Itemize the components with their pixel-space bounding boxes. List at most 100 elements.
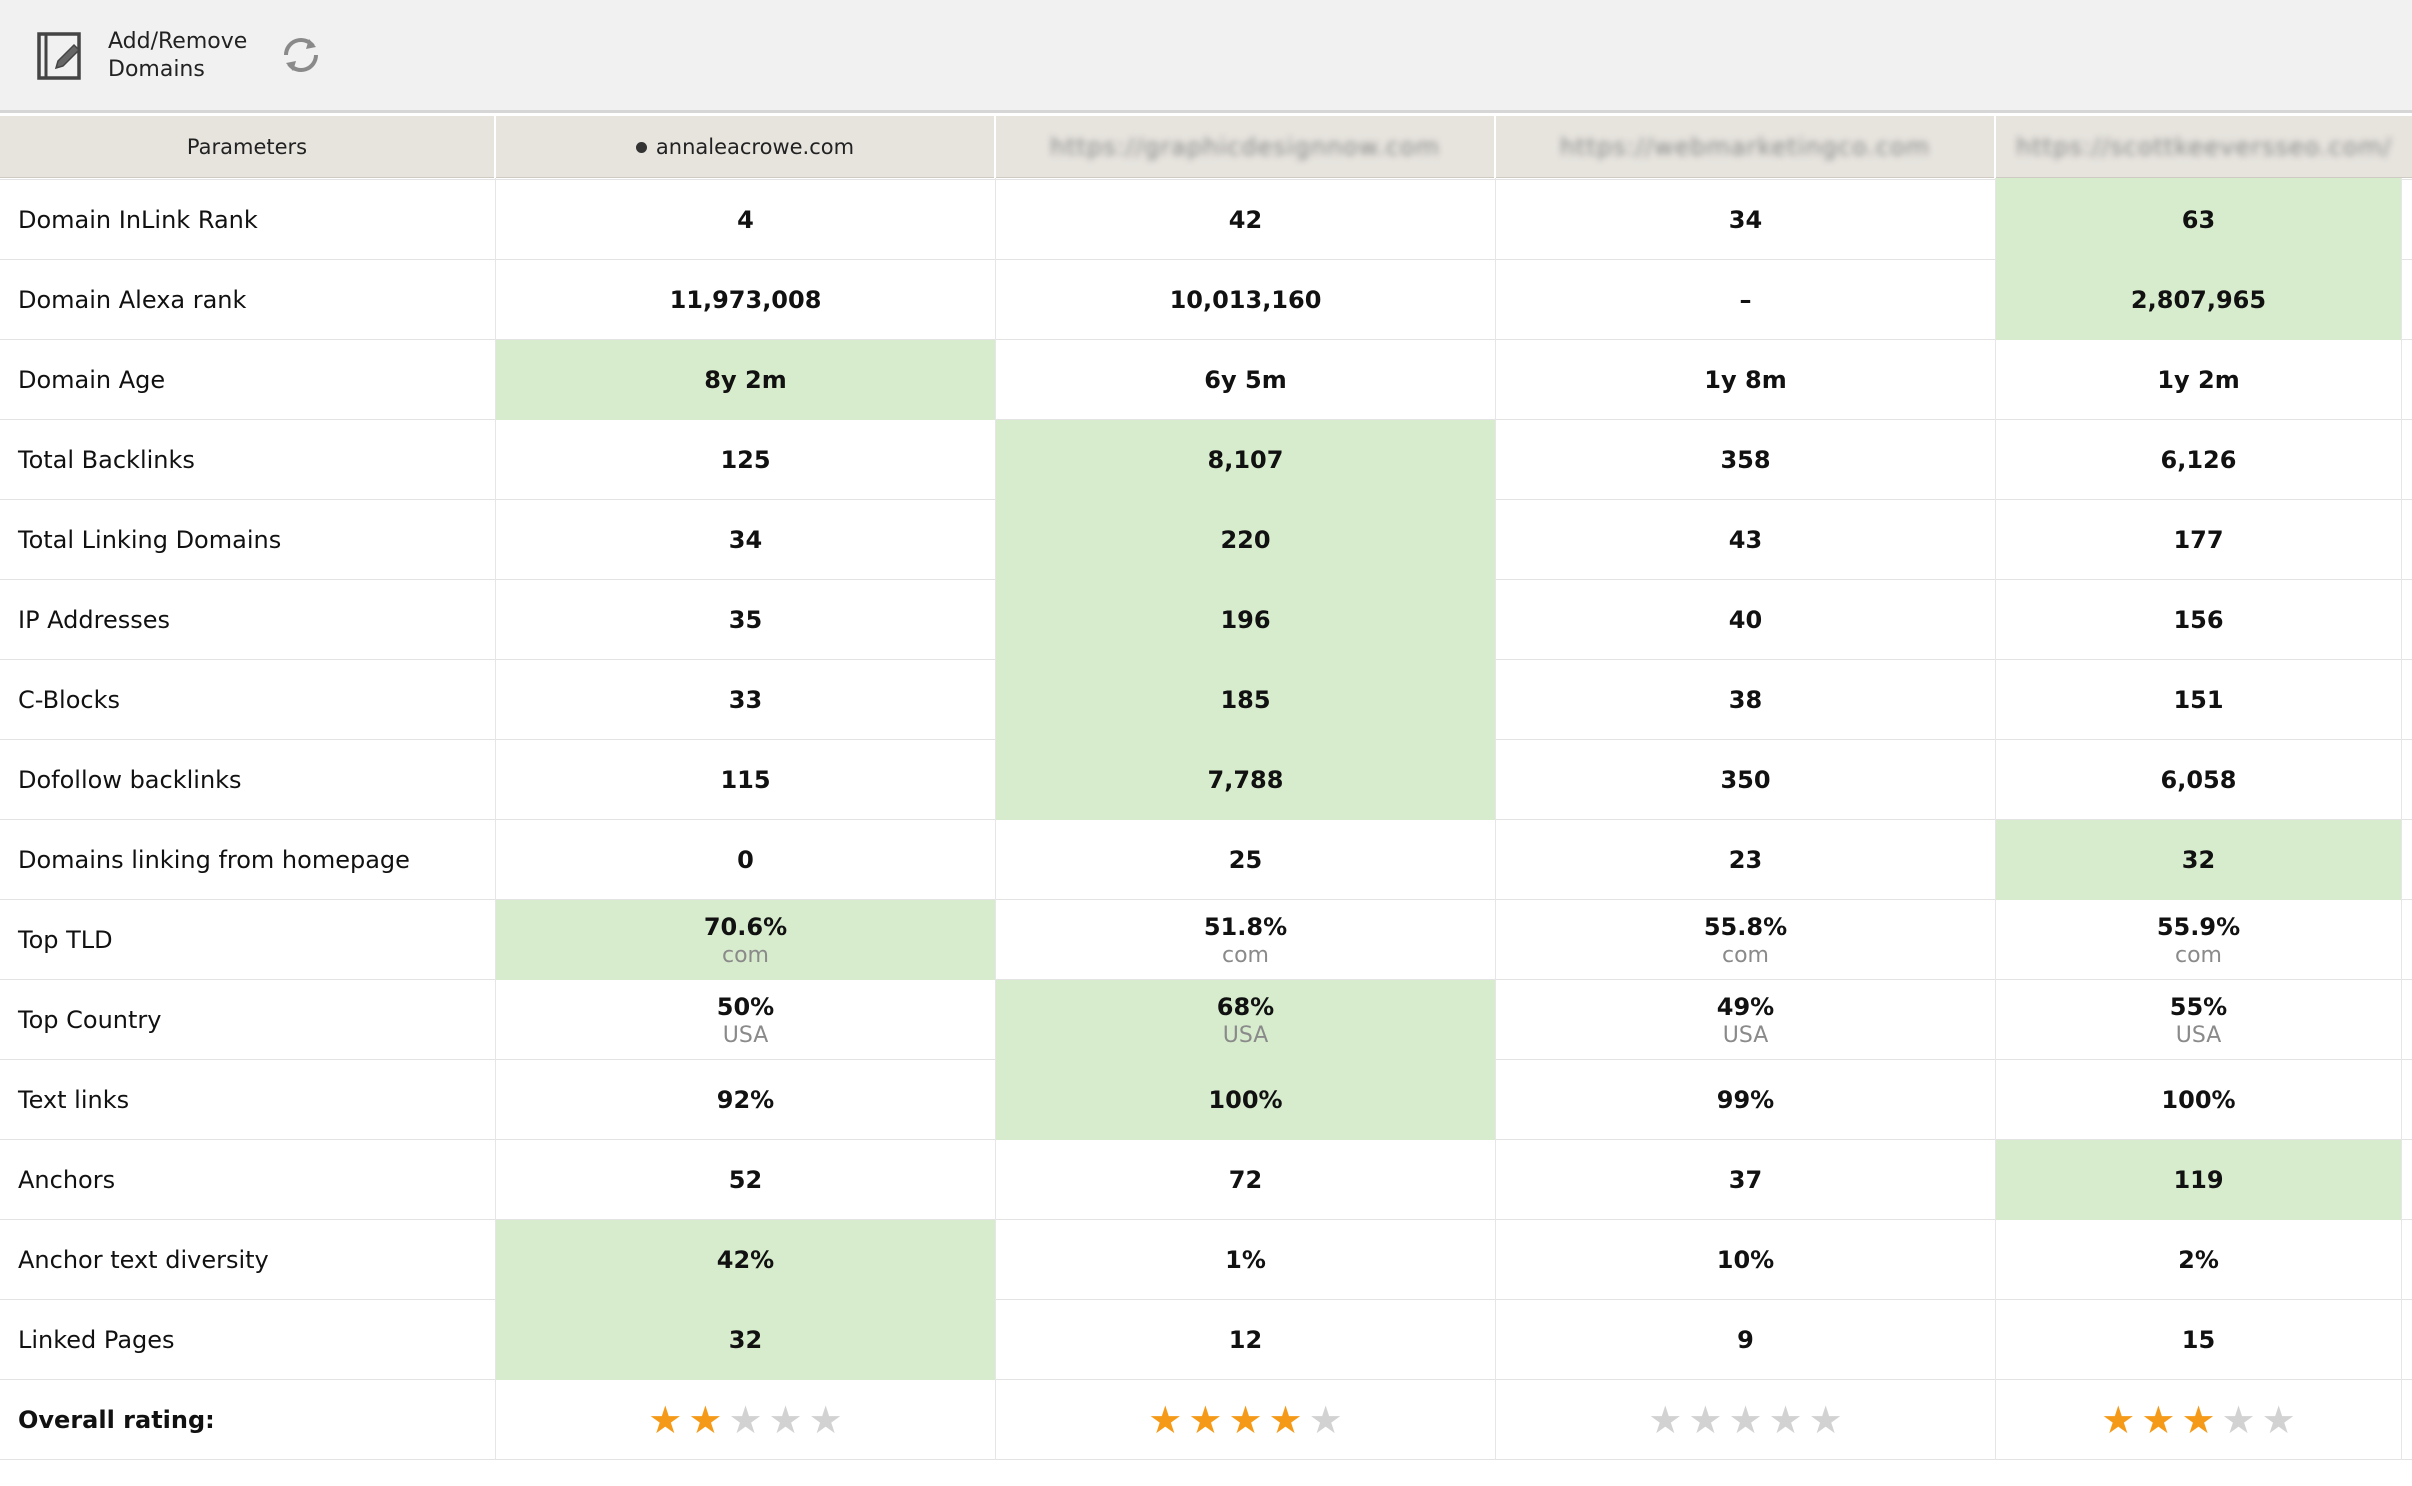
value-cell: 8,107 xyxy=(996,420,1496,500)
value-text: 220 xyxy=(1220,526,1271,554)
value-cell: 151 xyxy=(1996,660,2402,740)
rating-row: Overall rating: ★ ★ ★ ★ ★ ★ ★ ★ ★ ★ ★ ★ ★ ★ ★ ★ ★ ★ ★ ★ xyxy=(0,1380,2412,1460)
star-icon: ★ xyxy=(2261,1398,2296,1442)
parameter-label: Anchors xyxy=(0,1140,496,1220)
value-text: 50% xyxy=(716,992,775,1021)
value-cell: 92% xyxy=(496,1060,996,1140)
value-cell: 10,013,160 xyxy=(996,260,1496,340)
value-text: 49% xyxy=(1716,992,1775,1021)
value-text: 196 xyxy=(1220,606,1271,634)
table-row: Top Country 50% USA 68% USA 49% USA 55% USA xyxy=(0,980,2412,1060)
value-text: 32 xyxy=(2181,846,2216,874)
value-cell: 156 xyxy=(1996,580,2402,660)
value-text: 51.8% xyxy=(1203,912,1288,941)
value-text: 72 xyxy=(1228,1166,1263,1194)
value-text: – xyxy=(1739,286,1752,314)
value-text: 63 xyxy=(2181,206,2216,234)
star-icon: ★ xyxy=(1808,1398,1843,1442)
value-text: 42% xyxy=(716,1246,775,1274)
value-text: 151 xyxy=(2173,686,2224,714)
value-subtext: USA xyxy=(1722,1022,1769,1048)
value-text: 0 xyxy=(737,846,754,874)
value-cell: 1y 8m xyxy=(1496,340,1996,420)
table-row: Dofollow backlinks 115 7,788 350 6,058 xyxy=(0,740,2412,820)
value-text: 38 xyxy=(1728,686,1763,714)
value-text: 8,107 xyxy=(1207,446,1284,474)
value-text: 35 xyxy=(728,606,763,634)
header-domain-3[interactable]: https://webmarketingco.com xyxy=(1496,116,1996,178)
star-rating: ★ ★ ★ ★ ★ xyxy=(1648,1401,1842,1439)
value-cell: 68% USA xyxy=(996,980,1496,1060)
header-domain-2[interactable]: https://graphicdesignnow.com xyxy=(996,116,1496,178)
value-text: 119 xyxy=(2173,1166,2224,1194)
value-text: 9 xyxy=(1737,1326,1754,1354)
parameter-label: Top TLD xyxy=(0,900,496,980)
parameter-label: Total Backlinks xyxy=(0,420,496,500)
edit-document-icon xyxy=(37,32,81,80)
table-row: C-Blocks 33 185 38 151 xyxy=(0,660,2412,740)
star-icon: ★ xyxy=(1228,1398,1263,1442)
value-cell: 125 xyxy=(496,420,996,500)
value-cell: 42 xyxy=(996,180,1496,260)
value-subtext: com xyxy=(1222,942,1269,968)
value-cell: 4 xyxy=(496,180,996,260)
favicon-icon xyxy=(635,141,647,153)
header-domain-3-label: https://webmarketingco.com xyxy=(1559,133,1931,161)
header-domain-4[interactable]: https://scottkeeversseo.com/ xyxy=(1996,116,2412,178)
parameter-label: Linked Pages xyxy=(0,1300,496,1380)
parameter-label: Top Country xyxy=(0,980,496,1060)
value-text: 99% xyxy=(1716,1086,1775,1114)
value-cell: 34 xyxy=(496,500,996,580)
value-cell: 15 xyxy=(1996,1300,2402,1380)
star-rating: ★ ★ ★ ★ ★ xyxy=(2101,1401,2295,1439)
parameter-label: Domain InLink Rank xyxy=(0,180,496,260)
value-text: 32 xyxy=(728,1326,763,1354)
value-cell: 40 xyxy=(1496,580,1996,660)
value-cell: 1y 2m xyxy=(1996,340,2402,420)
table-row: Domains linking from homepage 0 25 23 32 xyxy=(0,820,2412,900)
value-cell: 38 xyxy=(1496,660,1996,740)
star-icon: ★ xyxy=(1268,1398,1303,1442)
rating-cell: ★ ★ ★ ★ ★ xyxy=(1996,1380,2402,1460)
table-row: Top TLD 70.6% com 51.8% com 55.8% com 55.9% com xyxy=(0,900,2412,980)
value-cell: 10% xyxy=(1496,1220,1996,1300)
value-cell: 55% USA xyxy=(1996,980,2402,1060)
value-subtext: USA xyxy=(722,1022,769,1048)
value-cell: 32 xyxy=(1996,820,2402,900)
table-row: Anchor text diversity 42% 1% 10% 2% xyxy=(0,1220,2412,1300)
value-text: 25 xyxy=(1228,846,1263,874)
value-cell: 119 xyxy=(1996,1140,2402,1220)
value-text: 6,058 xyxy=(2160,766,2237,794)
table-row: Text links 92% 100% 99% 100% xyxy=(0,1060,2412,1140)
value-cell: 55.9% com xyxy=(1996,900,2402,980)
value-cell: 11,973,008 xyxy=(496,260,996,340)
value-text: 1% xyxy=(1225,1246,1266,1274)
value-text: 92% xyxy=(716,1086,775,1114)
value-cell: 8y 2m xyxy=(496,340,996,420)
value-subtext: com xyxy=(1722,942,1769,968)
add-remove-domains-button[interactable]: Add/Remove Domains xyxy=(36,26,247,86)
value-cell: 49% USA xyxy=(1496,980,1996,1060)
value-text: 10,013,160 xyxy=(1169,286,1322,314)
value-text: 4 xyxy=(737,206,754,234)
value-cell: 9 xyxy=(1496,1300,1996,1380)
value-subtext: USA xyxy=(2175,1022,2222,1048)
value-text: 8y 2m xyxy=(704,366,787,394)
refresh-button[interactable] xyxy=(276,30,326,80)
value-cell: 220 xyxy=(996,500,1496,580)
header-domain-1[interactable]: annaleacrowe.com xyxy=(496,116,996,178)
value-cell: 100% xyxy=(1996,1060,2402,1140)
star-icon: ★ xyxy=(768,1398,803,1442)
value-cell: 2% xyxy=(1996,1220,2402,1300)
value-text: 55.9% xyxy=(2156,912,2241,941)
value-text: 55.8% xyxy=(1703,912,1788,941)
value-text: 23 xyxy=(1728,846,1763,874)
value-cell: 63 xyxy=(1996,180,2402,260)
star-rating: ★ ★ ★ ★ ★ xyxy=(648,1401,842,1439)
parameter-label: IP Addresses xyxy=(0,580,496,660)
table-row: IP Addresses 35 196 40 156 xyxy=(0,580,2412,660)
value-text: 358 xyxy=(1720,446,1771,474)
value-cell: 0 xyxy=(496,820,996,900)
value-cell: 55.8% com xyxy=(1496,900,1996,980)
value-text: 1y 8m xyxy=(1704,366,1787,394)
